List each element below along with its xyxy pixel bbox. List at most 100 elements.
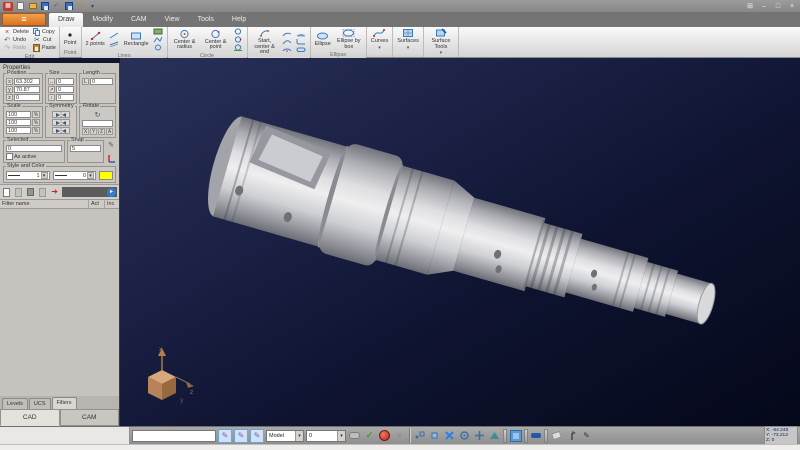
- circle-3point-icon[interactable]: [233, 36, 244, 43]
- undo-icon[interactable]: ↶: [52, 2, 61, 11]
- ellipse-by-box-button[interactable]: Ellipse by box: [335, 28, 363, 50]
- toolbar-splitter[interactable]: [503, 429, 507, 443]
- arc-radius-icon[interactable]: [282, 46, 293, 53]
- save-icon[interactable]: [40, 2, 49, 11]
- view-bar-button[interactable]: [530, 430, 542, 442]
- y-axis-button[interactable]: y: [6, 86, 13, 93]
- main-menu-button[interactable]: ≡: [2, 13, 46, 26]
- size-w-field[interactable]: 0: [56, 78, 74, 85]
- size-d-field[interactable]: 0: [56, 94, 74, 101]
- ucs-axes-icon[interactable]: [106, 153, 116, 163]
- command-input[interactable]: [132, 430, 216, 442]
- snap-center-icon[interactable]: [443, 429, 456, 442]
- copy-button[interactable]: Copy: [33, 28, 56, 36]
- tab-draw[interactable]: Draw: [49, 13, 83, 27]
- enter-capsule-icon[interactable]: [348, 429, 361, 442]
- eraser-icon[interactable]: [550, 429, 563, 442]
- as-active-checkbox[interactable]: [6, 153, 13, 160]
- close-button[interactable]: ×: [787, 2, 797, 11]
- redo-button[interactable]: ↷ Redo: [3, 44, 29, 52]
- pick-pencil-icon[interactable]: ✎: [106, 140, 116, 150]
- rotate-z-button[interactable]: Z: [98, 128, 105, 135]
- snap-settings-toggle-2[interactable]: ✎: [234, 429, 248, 443]
- paste-button[interactable]: Paste: [33, 44, 56, 52]
- new-filter-icon[interactable]: [2, 187, 11, 197]
- circle-tangent-icon[interactable]: [233, 44, 244, 51]
- position-z-field[interactable]: 0: [14, 94, 40, 101]
- cancel-button[interactable]: ×: [393, 429, 406, 442]
- chevron-down-icon[interactable]: ▾: [87, 172, 94, 179]
- maximize-button[interactable]: □: [773, 2, 783, 11]
- snap-point-icon[interactable]: [413, 429, 426, 442]
- tab-tools[interactable]: Tools: [189, 13, 223, 27]
- window-layout-icon[interactable]: ⊞: [745, 2, 755, 11]
- tab-help[interactable]: Help: [223, 13, 255, 27]
- chevron-down-icon[interactable]: ▾: [41, 172, 48, 179]
- arc-chord-icon[interactable]: [296, 30, 307, 37]
- circle-2point-icon[interactable]: [233, 28, 244, 35]
- cut-button[interactable]: ✂ Cut: [33, 36, 56, 44]
- scale-y-field[interactable]: 100: [6, 119, 31, 126]
- minimize-button[interactable]: –: [759, 2, 769, 11]
- line-weight-select[interactable]: 0 ▾: [53, 171, 97, 180]
- arc-tangent-icon[interactable]: [282, 38, 293, 45]
- tab-levels[interactable]: Levels: [2, 398, 28, 409]
- x-axis-button[interactable]: x: [6, 78, 13, 85]
- toolbar-splitter[interactable]: [544, 429, 548, 443]
- confirm-button[interactable]: ✓: [363, 429, 376, 442]
- filters-list[interactable]: [0, 209, 119, 396]
- quick-access-dropdown-icon[interactable]: ▾: [88, 2, 97, 11]
- record-stop-button[interactable]: [378, 429, 391, 442]
- delete-button[interactable]: × Delete: [3, 28, 29, 36]
- line-2-points-button[interactable]: 2 points: [85, 31, 106, 48]
- surface-tools-dropdown-button[interactable]: Surface Tools ▾: [427, 28, 455, 57]
- tab-filters[interactable]: Filters: [52, 397, 77, 409]
- rotate-a-button[interactable]: A: [106, 128, 113, 135]
- snap-quadrant-icon[interactable]: [458, 429, 471, 442]
- gear-profile-icon[interactable]: [153, 44, 164, 51]
- curves-dropdown-button[interactable]: Curves ▾: [370, 28, 389, 51]
- percent-button[interactable]: %: [32, 119, 40, 126]
- rotate-y-button[interactable]: Y: [90, 128, 97, 135]
- arc-start-center-end-button[interactable]: Start, center & end: [251, 28, 279, 56]
- scale-z-field[interactable]: 100: [6, 127, 31, 134]
- color-swatch[interactable]: [99, 171, 113, 180]
- delete-filter-icon[interactable]: [26, 187, 35, 197]
- mirror-x-button[interactable]: [52, 111, 70, 118]
- collapse-panel-button[interactable]: ▸: [107, 188, 116, 197]
- snap-midpoint-icon[interactable]: [488, 429, 501, 442]
- circle-center-point-button[interactable]: Center & point: [202, 29, 230, 51]
- tab-cad-tree[interactable]: CAD: [0, 409, 60, 426]
- new-file-icon[interactable]: [16, 2, 25, 11]
- arc-3point-icon[interactable]: [282, 30, 293, 37]
- point-button[interactable]: Point: [63, 30, 78, 47]
- level-select[interactable]: 0 ▾: [306, 430, 346, 442]
- tab-cam[interactable]: CAM: [122, 13, 156, 27]
- open-file-icon[interactable]: [28, 2, 37, 11]
- column-inc[interactable]: Inc: [105, 200, 119, 208]
- chevron-down-icon[interactable]: ▾: [337, 431, 345, 441]
- model-shaft[interactable]: [120, 58, 800, 426]
- rotate-x-button[interactable]: X: [82, 128, 89, 135]
- line-angle-icon[interactable]: [109, 32, 120, 39]
- rectangle-button[interactable]: Rectangle: [123, 31, 150, 48]
- percent-button[interactable]: %: [32, 111, 40, 118]
- export-filter-icon[interactable]: ➜: [50, 187, 59, 197]
- redo-icon[interactable]: ↷: [76, 2, 85, 11]
- sketch-icon[interactable]: [153, 28, 164, 35]
- position-y-field[interactable]: 70.87: [14, 86, 40, 93]
- mirror-y-button[interactable]: [52, 119, 70, 126]
- tab-ucs[interactable]: UCS: [29, 398, 51, 409]
- tab-modify[interactable]: Modify: [83, 13, 122, 27]
- edit-filter-icon[interactable]: [14, 187, 23, 197]
- arc-fillet-icon[interactable]: [296, 38, 307, 45]
- copy-filter-icon[interactable]: [38, 187, 47, 197]
- snap-intersection-icon[interactable]: [473, 429, 486, 442]
- scale-x-field[interactable]: 100: [6, 111, 31, 118]
- save-all-icon[interactable]: [64, 2, 73, 11]
- app-icon[interactable]: ▦: [3, 2, 13, 11]
- size-h-field[interactable]: 0: [56, 86, 74, 93]
- percent-button[interactable]: %: [32, 127, 40, 134]
- toolbar-splitter[interactable]: [524, 429, 528, 443]
- surfaces-dropdown-button[interactable]: Surfaces ▾: [396, 28, 420, 51]
